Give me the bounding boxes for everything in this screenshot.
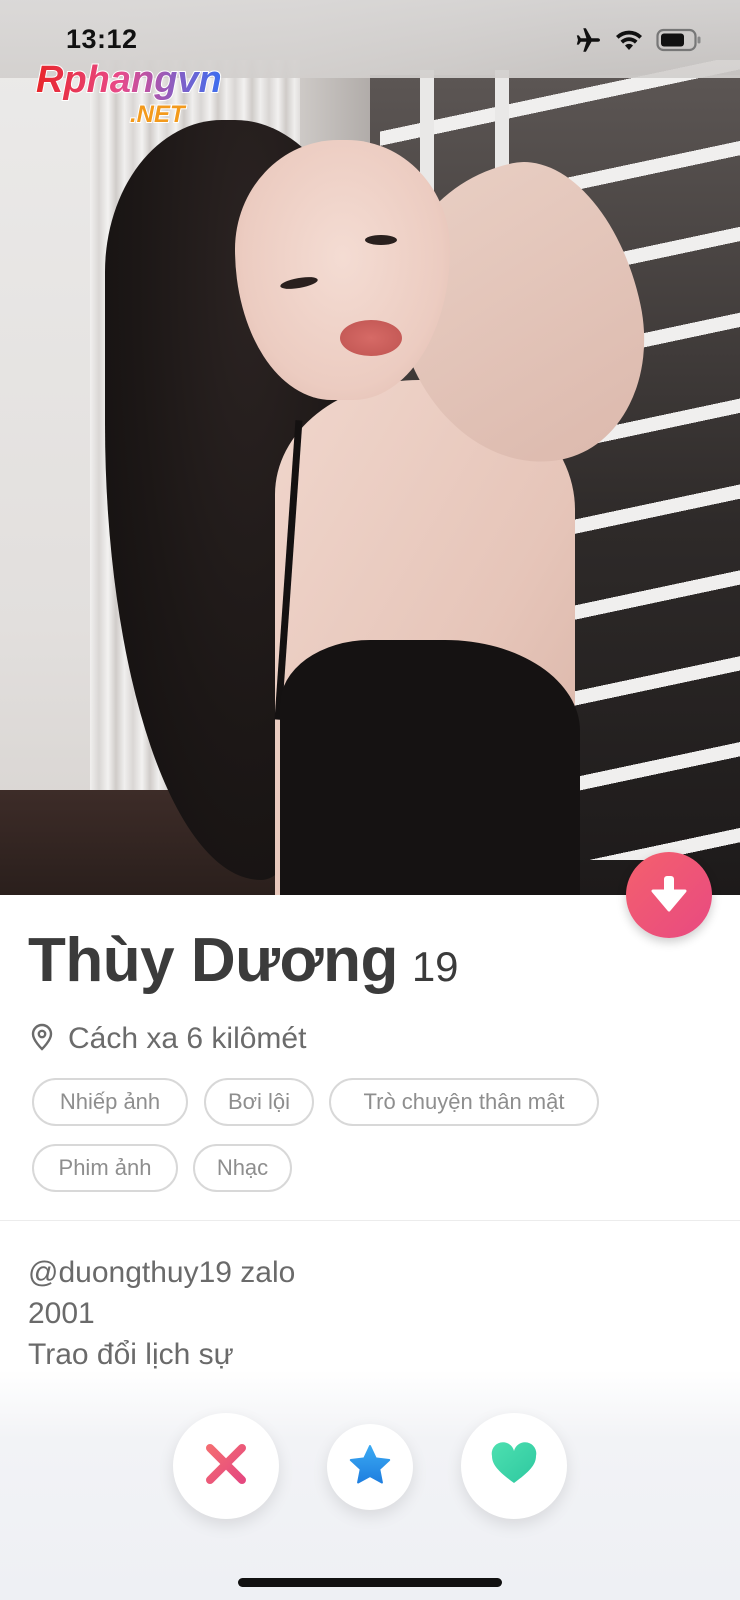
photo-face <box>235 140 450 400</box>
profile-bio: @duongthuy19 zalo 2001 Trao đổi lịch sự <box>28 1252 295 1375</box>
interest-chip: Phim ảnh <box>32 1144 178 1192</box>
heart-icon <box>489 1441 539 1491</box>
interest-chip: Trò chuyện thân mật <box>329 1078 599 1126</box>
profile-name: Thùy Dương <box>28 926 398 995</box>
section-divider <box>0 1220 740 1221</box>
nope-button[interactable] <box>173 1413 279 1519</box>
distance-row: Cách xa 6 kilômét <box>30 1022 306 1056</box>
super-like-button[interactable] <box>327 1424 413 1510</box>
collapse-profile-button[interactable] <box>626 852 712 938</box>
home-indicator[interactable] <box>238 1578 502 1587</box>
arrow-down-icon <box>650 873 688 918</box>
profile-name-row: Thùy Dương 19 <box>28 925 459 996</box>
battery-icon <box>656 28 702 52</box>
location-pin-icon <box>30 1023 54 1056</box>
airplane-icon <box>574 27 602 53</box>
profile-photo[interactable] <box>0 0 740 895</box>
bio-line: Trao đổi lịch sự <box>28 1338 234 1371</box>
bio-line: 2001 <box>28 1297 95 1330</box>
photo-lips <box>340 320 402 356</box>
profile-age: 19 <box>411 943 459 990</box>
star-icon <box>348 1444 392 1491</box>
interest-chip: Bơi lội <box>204 1078 314 1126</box>
interest-chip: Nhiếp ảnh <box>32 1078 188 1126</box>
interest-chip: Nhạc <box>193 1144 292 1192</box>
watermark-logo: Rphangvn .NET <box>34 58 264 130</box>
bio-line: @duongthuy19 zalo <box>28 1256 296 1289</box>
like-button[interactable] <box>461 1413 567 1519</box>
status-icons <box>574 26 702 54</box>
watermark-suffix: .NET <box>130 101 187 128</box>
distance-text: Cách xa 6 kilômét <box>68 1022 307 1055</box>
close-x-icon <box>204 1442 248 1491</box>
photo-dress <box>280 640 580 895</box>
status-time: 13:12 <box>66 24 138 54</box>
wifi-icon <box>614 28 644 52</box>
watermark-brand: Rphangvn <box>36 59 222 101</box>
photo-eye <box>365 235 397 245</box>
